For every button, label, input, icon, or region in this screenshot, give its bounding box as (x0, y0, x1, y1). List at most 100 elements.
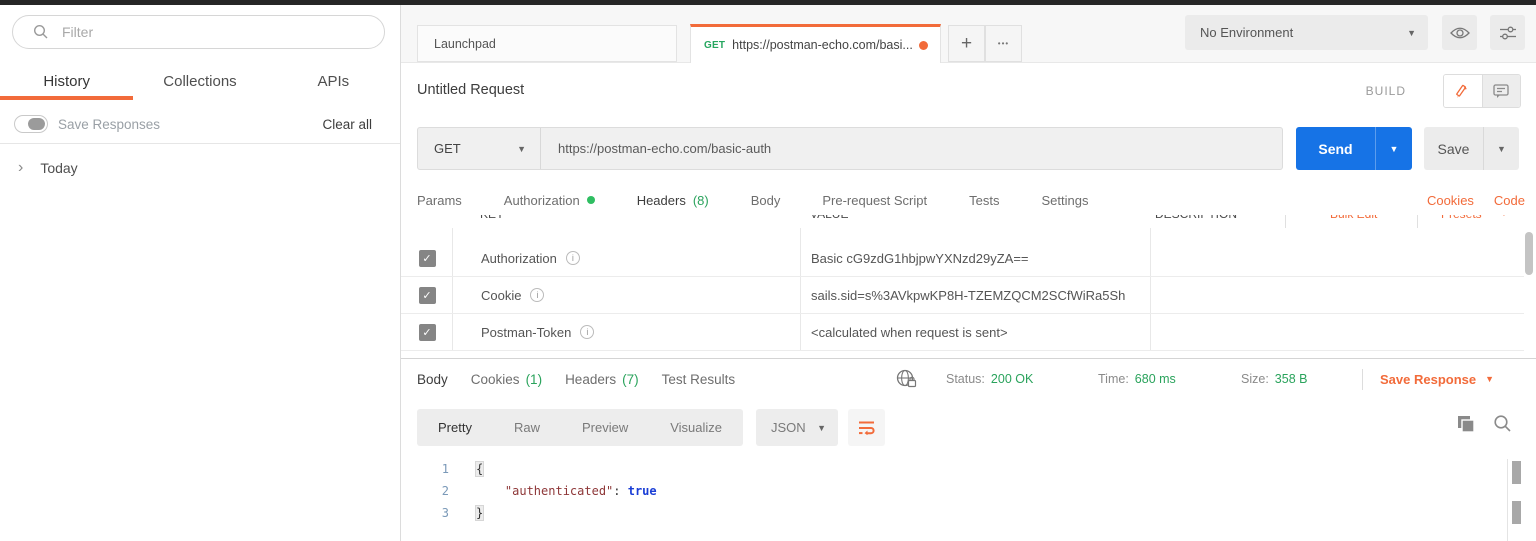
editor-scrollbar-thumb[interactable] (1512, 501, 1521, 524)
info-icon: i (565, 251, 580, 265)
copy-icon (1458, 416, 1475, 433)
key-cell[interactable]: Cookie i (453, 288, 801, 303)
tab-headers[interactable]: Headers (8) (623, 192, 722, 234)
grid-header-clipped: KEY VALUE DESCRIPTION Bulk Edit Presets … (401, 215, 1536, 228)
headers-count-badge: (8) (692, 192, 709, 208)
grid-scrollbar-thumb[interactable] (1525, 232, 1533, 275)
tab-tests[interactable]: Tests (969, 193, 999, 208)
response-size: Size: 358 B (1241, 359, 1307, 399)
history-group-today[interactable]: › Today (0, 153, 400, 183)
response-tab-test-results[interactable]: Test Results (662, 372, 736, 387)
cookies-link[interactable]: Cookies (1427, 193, 1474, 208)
wrap-lines-button[interactable] (848, 409, 885, 446)
response-tabs-row: Body Cookies (1) Headers (7) Test Result… (401, 358, 1536, 410)
tab-launchpad[interactable]: Launchpad (417, 25, 677, 62)
sidebar-tab-apis[interactable]: APIs (267, 62, 400, 100)
value-cell[interactable]: <calculated when request is sent> (801, 325, 1151, 340)
caret-down-icon: ▼ (817, 422, 826, 433)
send-button-group: Send ▼ (1296, 127, 1412, 170)
network-info-button[interactable] (896, 369, 918, 389)
pencil-icon (1456, 84, 1467, 98)
code-link[interactable]: Code (1494, 193, 1525, 208)
tab-body[interactable]: Body (751, 193, 781, 208)
clear-all-button[interactable]: Clear all (322, 117, 372, 132)
key-cell[interactable]: Authorization i (453, 251, 801, 266)
bulk-edit-link[interactable]: Bulk Edit (1330, 215, 1377, 222)
value-cell[interactable]: Basic cG9zdG1hbjpwYXNzd29yZA== (801, 251, 1151, 266)
key-cell[interactable]: Postman-Token i (453, 325, 801, 340)
headers-grid: ✓ Authorization i Basic cG9zdG1hbjpwYXNz… (401, 228, 1536, 363)
presets-dropdown[interactable]: Presets (1441, 215, 1482, 222)
info-icon: i (530, 288, 545, 302)
settings-sliders-button[interactable] (1490, 15, 1525, 50)
response-tab-cookies[interactable]: Cookies (1) (471, 372, 542, 387)
response-tab-headers[interactable]: Headers (7) (565, 372, 639, 387)
send-options-button[interactable]: ▼ (1376, 127, 1412, 170)
request-title[interactable]: Untitled Request (417, 82, 524, 98)
method-label: GET (434, 141, 461, 156)
row-checkbox[interactable]: ✓ (418, 323, 436, 341)
tab-active-request[interactable]: GET https://postman-echo.com/basi... (690, 24, 941, 63)
editor-scrollbar-thumb[interactable] (1512, 461, 1521, 484)
active-tab-underline (0, 96, 133, 100)
row-check-cell: ✓ (401, 286, 453, 304)
row-checkbox[interactable]: ✓ (418, 249, 436, 267)
tab-options-button[interactable]: ••• (985, 25, 1022, 62)
row-checkbox[interactable]: ✓ (418, 286, 436, 304)
filter-box[interactable] (12, 15, 385, 49)
tab-settings[interactable]: Settings (1041, 193, 1088, 208)
value-cell[interactable]: sails.sid=s%3AVkpwKP8H-TZEMZQCM2SCfWiRa5… (801, 288, 1151, 303)
open-brace: { (474, 461, 485, 477)
filter-input[interactable] (62, 24, 342, 40)
header-key: Postman-Token (481, 324, 572, 340)
view-raw[interactable]: Raw (493, 409, 561, 446)
environment-quicklook-button[interactable] (1442, 15, 1477, 50)
sidebar-divider (0, 143, 400, 144)
toggle-knob (28, 118, 45, 130)
sidebar-tab-history[interactable]: History (0, 62, 133, 100)
save-button[interactable]: Save (1424, 127, 1484, 170)
grid-scrollbar[interactable] (1525, 230, 1533, 355)
save-responses-toggle[interactable] (14, 115, 48, 133)
send-button[interactable]: Send (1296, 127, 1376, 170)
tab-authorization[interactable]: Authorization (504, 193, 595, 208)
json-key: "authenticated" (504, 484, 614, 498)
sidebar-tab-collections[interactable]: Collections (133, 62, 266, 100)
view-preview[interactable]: Preview (561, 409, 649, 446)
header-row-postman-token: ✓ Postman-Token i <calculated when reque… (401, 314, 1524, 351)
unsaved-dot-icon (918, 40, 928, 50)
json-separator: : (613, 484, 628, 498)
line-number: 1 (441, 462, 449, 476)
search-response-button[interactable] (1493, 414, 1512, 433)
comment-mode-button[interactable] (1482, 75, 1520, 107)
save-options-button[interactable]: ▼ (1484, 127, 1519, 170)
view-pretty[interactable]: Pretty (417, 409, 493, 446)
method-selector[interactable]: GET ▼ (418, 128, 541, 169)
code-line: 2 "authenticated": true (401, 480, 1536, 502)
response-body-editor[interactable]: 1 { 2 "authenticated": true 3 } (401, 450, 1536, 541)
format-selector[interactable]: JSON ▼ (756, 409, 838, 446)
save-responses-row: Save Responses Clear all (0, 108, 400, 140)
search-icon (33, 24, 48, 39)
view-visualize[interactable]: Visualize (649, 409, 743, 446)
tab-prerequest-script[interactable]: Pre-request Script (822, 193, 927, 208)
url-input[interactable]: https://postman-echo.com/basic-auth (541, 141, 771, 156)
copy-response-button[interactable] (1457, 415, 1476, 434)
edit-mode-button[interactable] (1444, 75, 1483, 107)
response-tab-body[interactable]: Body (415, 372, 450, 410)
response-cookies-label: Cookies (470, 371, 520, 387)
url-box: GET ▼ https://postman-echo.com/basic-aut… (417, 127, 1283, 170)
globe-lock-icon (896, 369, 917, 388)
header-separator (1285, 215, 1286, 228)
auth-configured-dot-icon (586, 196, 595, 204)
info-icon: i (580, 325, 595, 339)
header-separator (1417, 215, 1418, 228)
tab-authorization-label: Authorization (503, 192, 580, 208)
tab-params[interactable]: Params (417, 193, 462, 208)
request-title-row: Untitled Request BUILD (401, 63, 1536, 118)
eye-icon (1449, 27, 1470, 38)
save-response-button[interactable]: Save Response ▼ (1380, 359, 1494, 399)
environment-selector[interactable]: No Environment ▼ (1185, 15, 1428, 50)
new-tab-button[interactable]: + (948, 25, 985, 62)
column-value: VALUE (810, 215, 848, 222)
